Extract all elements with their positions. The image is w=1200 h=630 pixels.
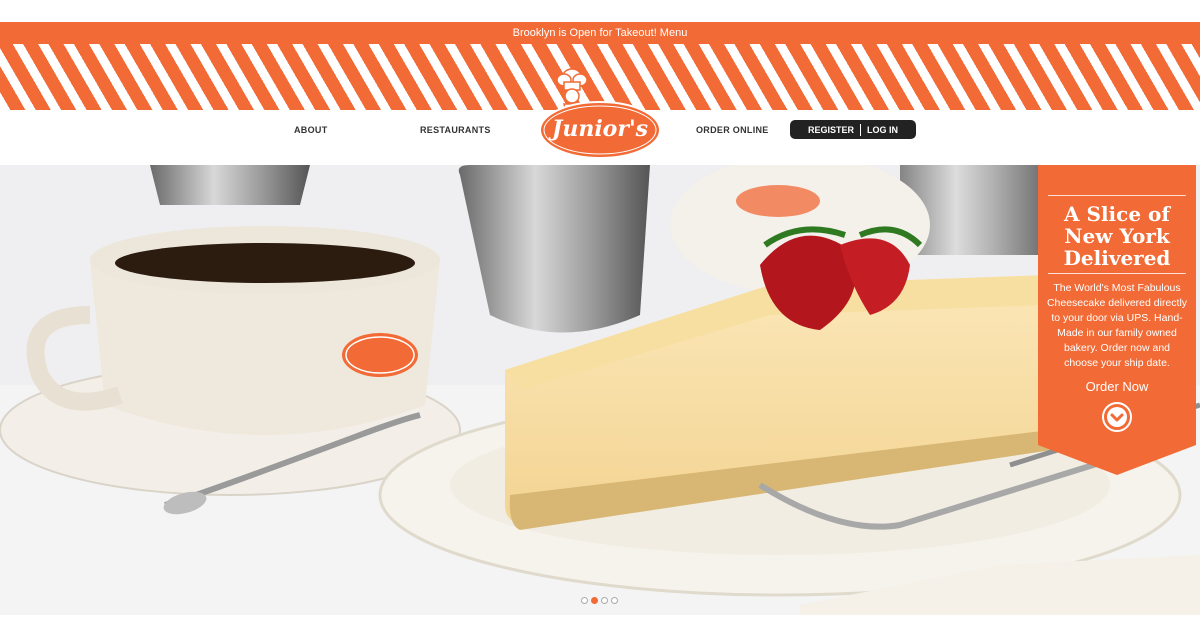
promo-title: A Slice of New York Delivered	[1063, 202, 1171, 270]
hero-photo	[0, 165, 1200, 615]
nav-restaurants[interactable]: RESTAURANTS	[420, 125, 491, 135]
nav-order-online[interactable]: ORDER ONLINE	[696, 125, 769, 135]
carousel-dots	[581, 597, 618, 604]
juniors-logo[interactable]: Junior's	[536, 58, 664, 162]
carousel-dot-4[interactable]	[611, 597, 618, 604]
nav-about[interactable]: ABOUT	[294, 125, 328, 135]
hero-image	[0, 165, 1200, 615]
carousel-dot-2[interactable]	[591, 597, 598, 604]
carousel-dot-1[interactable]	[581, 597, 588, 604]
order-now-link[interactable]: Order Now	[1048, 379, 1186, 394]
login-link[interactable]: LOG IN	[861, 125, 904, 135]
chevron-down-icon[interactable]	[1101, 401, 1133, 433]
announcement-link[interactable]: Brooklyn is Open for Takeout! Menu	[513, 27, 688, 39]
announcement-bar: Brooklyn is Open for Takeout! Menu	[0, 22, 1200, 44]
promo-rule-bottom	[1048, 273, 1186, 274]
promo-rule-top	[1048, 195, 1186, 196]
promo-body: The World's Most Fabulous Cheesecake del…	[1046, 282, 1188, 369]
logo-graphic	[539, 68, 661, 159]
register-link[interactable]: REGISTER	[802, 125, 860, 135]
logo-text: Junior's	[551, 116, 649, 142]
carousel-dot-3[interactable]	[601, 597, 608, 604]
promo-banner: A Slice of New York Delivered The World'…	[1038, 165, 1196, 475]
auth-pill: REGISTER LOG IN	[790, 120, 916, 139]
